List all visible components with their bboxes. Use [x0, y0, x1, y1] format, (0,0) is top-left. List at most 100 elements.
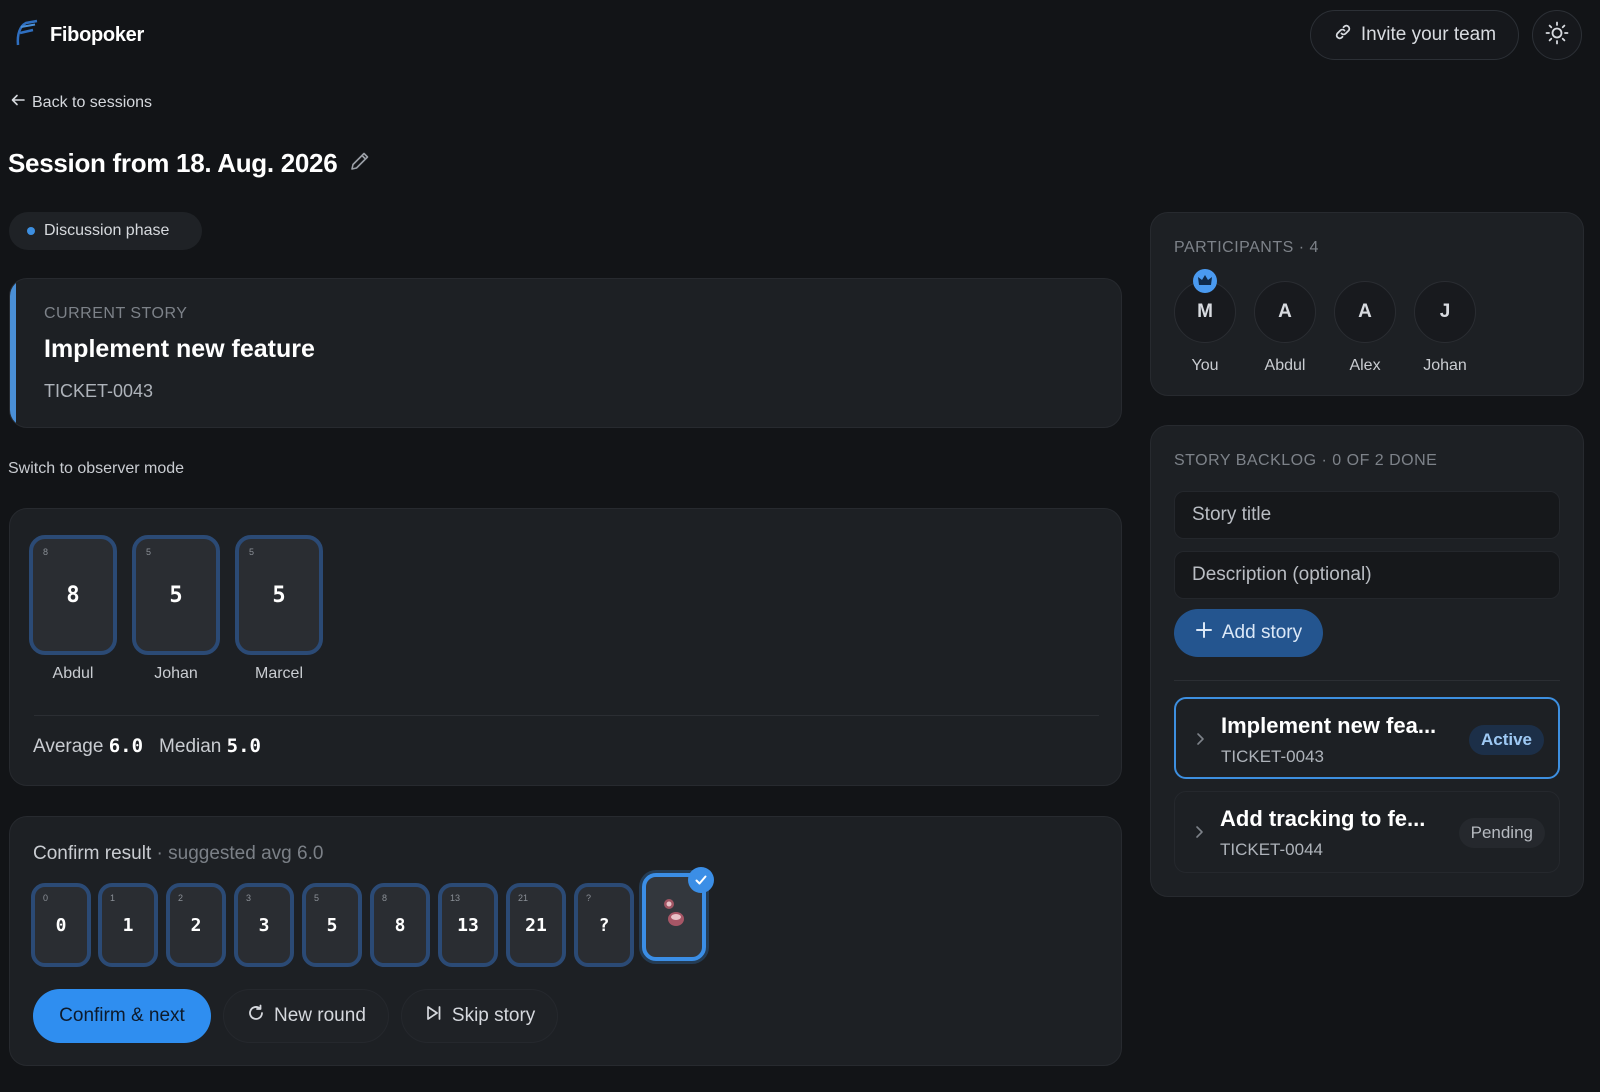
divider — [34, 715, 1099, 716]
participant-name: Abdul — [1264, 357, 1306, 374]
avatar: A — [1334, 281, 1396, 343]
backlog-story-title: Add tracking to fe... — [1220, 806, 1426, 831]
participant-abdul: A Abdul — [1254, 281, 1316, 375]
chevron-right-icon[interactable] — [1196, 732, 1206, 751]
average-stat: Average 6.0 — [33, 735, 143, 758]
voter-name: Marcel — [254, 665, 303, 682]
confirm-result-card: Confirm result · suggested avg 6.0 00 11… — [9, 816, 1122, 1066]
participant-you: M You — [1174, 269, 1236, 375]
vote-card: 5 5 — [132, 535, 220, 655]
current-story-card: CURRENT STORY Implement new feature TICK… — [9, 278, 1122, 428]
backlog-story-ticket: TICKET-0044 — [1220, 840, 1323, 859]
backlog-story-item[interactable]: Implement new fea... TICKET-0043 Active — [1174, 697, 1560, 779]
median-label: Median — [159, 736, 222, 757]
pick-card-coffee[interactable] — [642, 867, 714, 961]
vote-stats: Average 6.0 Median 5.0 — [33, 735, 261, 758]
phase-dot-icon — [27, 227, 35, 235]
pencil-icon[interactable] — [349, 150, 371, 177]
session-title: Session from 18. Aug. 2026 — [8, 148, 338, 178]
confirm-actions: Confirm & next New round Skip story — [33, 989, 559, 1043]
suggested-average-hint: · suggested avg 6.0 — [151, 843, 324, 864]
pick-value: 2 — [190, 914, 202, 936]
participant-name: You — [1191, 357, 1219, 374]
plus-icon — [1195, 621, 1213, 645]
participant-johan: J Johan — [1414, 281, 1476, 375]
votes-card: 8 8 Abdul 5 5 Johan 5 5 Marcel Average 6… — [9, 508, 1122, 786]
fibopoker-logo-icon — [14, 18, 40, 53]
theme-toggle-button[interactable] — [1532, 10, 1582, 60]
phase-label: Discussion phase — [44, 222, 170, 239]
pick-corner: 3 — [246, 893, 252, 903]
vote-value: 5 — [169, 582, 183, 608]
arrow-left-icon — [10, 92, 26, 113]
phase-badge: Discussion phase — [9, 212, 202, 250]
vote-value: 8 — [66, 582, 80, 608]
status-badge: Active — [1468, 725, 1544, 755]
story-description-input[interactable]: Description (optional) — [1174, 551, 1560, 599]
avatar: M — [1174, 269, 1236, 343]
page-title: Session from 18. Aug. 2026 — [8, 148, 371, 179]
skip-story-label: Skip story — [451, 1005, 536, 1026]
pick-corner: 21 — [518, 893, 529, 903]
pick-value: 3 — [258, 914, 270, 936]
refresh-icon — [246, 1003, 266, 1029]
chevron-right-icon[interactable] — [1195, 825, 1205, 844]
avatar: J — [1414, 281, 1476, 343]
pick-card-1[interactable]: 11 — [98, 883, 158, 967]
status-badge: Pending — [1458, 818, 1545, 848]
pick-card-unknown[interactable]: ?? — [574, 883, 634, 967]
backlog-label: STORY BACKLOG · 0 OF 2 DONE — [1174, 452, 1438, 469]
brand-name: Fibopoker — [50, 24, 144, 46]
pick-value: 8 — [394, 914, 406, 936]
avatar-initial: A — [1358, 301, 1372, 322]
participant-alex: A Alex — [1334, 281, 1396, 375]
pick-card-2[interactable]: 22 — [166, 883, 226, 967]
confirm-next-button[interactable]: Confirm & next — [33, 989, 211, 1043]
current-story-label: CURRENT STORY — [44, 305, 188, 322]
sun-icon — [1545, 21, 1569, 50]
vote-marcel: 5 5 Marcel — [235, 535, 323, 683]
voter-name: Abdul — [52, 665, 94, 682]
skip-icon — [424, 1003, 444, 1029]
pick-card-5[interactable]: 55 — [302, 883, 362, 967]
story-title-input[interactable]: Story title — [1174, 491, 1560, 539]
median-value: 5.0 — [226, 735, 261, 757]
new-round-label: New round — [274, 1005, 366, 1026]
avatar-initial: J — [1439, 301, 1451, 322]
pick-corner: 1 — [110, 893, 116, 903]
vote-abdul: 8 8 Abdul — [29, 535, 117, 683]
pick-card-21[interactable]: 21 21 — [506, 883, 566, 967]
vote-value: 5 — [272, 582, 286, 608]
pick-corner: 13 — [450, 893, 461, 903]
brand[interactable]: Fibopoker — [14, 18, 144, 53]
vote-corner-value: 8 — [43, 547, 49, 557]
confirm-result-heading: Confirm result · suggested avg 6.0 — [33, 843, 323, 865]
backlog-story-ticket: TICKET-0043 — [1221, 747, 1324, 766]
backlog-story-item[interactable]: Add tracking to fe... TICKET-0044 Pendin… — [1174, 791, 1560, 873]
pick-corner: 0 — [43, 893, 49, 903]
add-story-label: Add story — [1221, 622, 1303, 643]
participant-name: Alex — [1349, 357, 1381, 374]
voter-name: Johan — [154, 665, 198, 682]
pick-card-3[interactable]: 33 — [234, 883, 294, 967]
skip-story-button[interactable]: Skip story — [400, 989, 559, 1043]
pick-value: 1 — [122, 914, 134, 936]
story-accent-bar — [10, 279, 16, 427]
participants-panel: PARTICIPANTS · 4 M You A Abdul A Alex J … — [1150, 212, 1584, 396]
invite-team-button[interactable]: Invite your team — [1310, 10, 1519, 60]
average-value: 6.0 — [108, 735, 144, 757]
pick-value: 5 — [326, 914, 338, 936]
participants-label: PARTICIPANTS · 4 — [1174, 239, 1319, 256]
pick-card-8[interactable]: 88 — [370, 883, 430, 967]
observer-mode-toggle[interactable]: Switch to observer mode — [8, 460, 184, 478]
pick-value: ? — [598, 914, 610, 936]
vote-corner-value: 5 — [249, 547, 255, 557]
app-header: Fibopoker Invite your team — [0, 0, 1600, 68]
backlog-story-title: Implement new fea... — [1221, 713, 1437, 738]
pick-card-0[interactable]: 00 — [31, 883, 91, 967]
add-story-button[interactable]: Add story — [1174, 609, 1323, 657]
back-label: Back to sessions — [32, 93, 153, 111]
pick-card-13[interactable]: 13 13 — [438, 883, 498, 967]
new-round-button[interactable]: New round — [223, 989, 389, 1043]
back-to-sessions-link[interactable]: Back to sessions — [10, 92, 152, 113]
